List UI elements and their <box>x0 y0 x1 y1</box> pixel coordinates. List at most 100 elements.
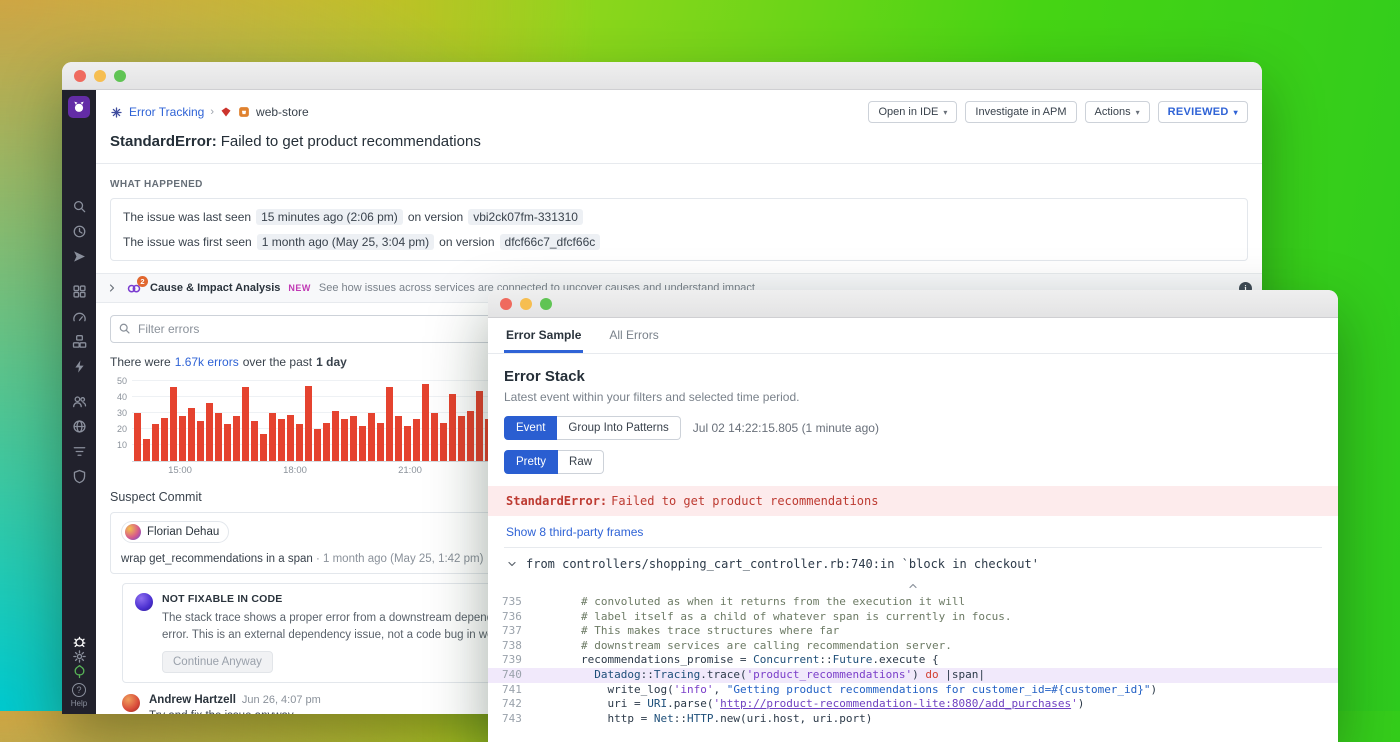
code-text: Datadog::Tracing.trace('product_recommen… <box>594 667 985 681</box>
chart-bar <box>440 422 447 461</box>
stack-frame-header[interactable]: from controllers/shopping_cart_controlle… <box>504 547 1322 580</box>
chart-bar <box>323 422 330 461</box>
chart-y-axis: 10 20 30 40 50 <box>110 376 132 462</box>
code-line: 738 # downstream services are calling re… <box>488 639 1338 654</box>
tab-error-sample[interactable]: Error Sample <box>504 318 584 353</box>
new-badge: NEW <box>288 283 311 293</box>
banner-error-type: StandardError: <box>506 494 608 508</box>
send-icon[interactable] <box>72 249 87 264</box>
first-seen-prefix: The issue was first seen <box>123 235 252 249</box>
datadog-logo[interactable] <box>68 96 90 118</box>
chart-bar <box>143 438 150 461</box>
y-tick-label: 30 <box>116 408 127 418</box>
minimize-button[interactable] <box>520 297 532 310</box>
chart-bar <box>179 416 186 461</box>
chart-plot-area[interactable] <box>132 378 542 462</box>
author-avatar <box>125 524 141 540</box>
traffic-lights <box>74 69 126 82</box>
first-seen-version-chip: dfcf66c7_dfcf66c <box>499 234 601 250</box>
bolt-icon[interactable] <box>72 359 87 374</box>
chart-bar <box>269 413 276 461</box>
investigate-in-apm-button[interactable]: Investigate in APM <box>965 101 1077 123</box>
logs-icon[interactable] <box>72 444 87 459</box>
close-button[interactable] <box>500 297 512 310</box>
help-button[interactable]: ? Help <box>71 683 87 708</box>
sidebar-nav: ? Help <box>62 90 96 714</box>
chart-bar <box>296 424 303 461</box>
y-tick-label: 50 <box>116 376 127 386</box>
chart-bar <box>260 433 267 461</box>
code-line: 740 Datadog::Tracing.trace('product_reco… <box>488 667 1338 683</box>
sidebar-icon-group <box>72 389 87 489</box>
code-line: 735 # convoluted as when it returns from… <box>488 595 1338 610</box>
code-url-link[interactable]: http://product-recommendation-lite:8080/… <box>720 697 1071 710</box>
comment-header: Andrew Hartzell Jun 26, 4:07 pm <box>149 694 321 706</box>
error-timeline-chart[interactable]: 10 20 30 40 50 15:00 18:00 21:00 <box>110 376 542 477</box>
back-titlebar[interactable] <box>62 62 1262 90</box>
apm-icon[interactable] <box>72 419 87 434</box>
commit-author-pill[interactable]: Florian Dehau <box>121 521 230 543</box>
cause-impact-title: Cause & Impact Analysis <box>150 282 281 294</box>
commit-time: · 1 month ago (May 25, 1:42 pm) <box>315 553 484 565</box>
tab-all-errors[interactable]: All Errors <box>607 318 660 353</box>
reviewed-status-button[interactable]: REVIEWED ▾ <box>1157 101 1248 123</box>
line-number: 735 <box>502 595 522 608</box>
last-seen-time-chip: 15 minutes ago (2:06 pm) <box>256 209 403 225</box>
actions-button[interactable]: Actions ▾ <box>1084 101 1150 123</box>
bits-icon[interactable] <box>72 664 87 679</box>
commit-message-link[interactable]: wrap get_recommendations in a span <box>121 553 313 565</box>
zoom-button[interactable] <box>540 297 552 310</box>
error-banner: StandardError: Failed to get product reco… <box>488 486 1338 516</box>
breadcrumb-service[interactable]: web-store <box>256 105 309 119</box>
line-number: 739 <box>502 653 522 667</box>
chart-bar <box>197 421 204 461</box>
y-tick-label: 10 <box>116 440 127 450</box>
error-tracking-icon[interactable] <box>72 634 87 649</box>
bot-avatar <box>135 593 153 611</box>
show-third-party-frames-link[interactable]: Show 8 third-party frames <box>504 516 1322 547</box>
error-count-link[interactable]: 1.67k errors <box>175 355 239 369</box>
raw-toggle-button[interactable]: Raw <box>558 450 605 474</box>
search-icon <box>118 322 131 335</box>
chart-bar <box>404 425 411 461</box>
frame-location: from controllers/shopping_cart_controlle… <box>526 557 1039 571</box>
history-icon[interactable] <box>72 224 87 239</box>
error-tracking-product-icon <box>110 106 123 119</box>
traffic-lights <box>500 297 552 310</box>
continue-anyway-button[interactable]: Continue Anyway <box>162 651 273 674</box>
chart-bar <box>251 421 258 461</box>
settings-icon[interactable] <box>72 649 87 664</box>
breadcrumb-error-tracking[interactable]: Error Tracking <box>129 105 204 119</box>
event-toggle-button[interactable]: Event <box>504 416 558 440</box>
summary-mid: over the past <box>242 355 313 369</box>
sidebar-icon-group <box>72 279 87 379</box>
chart-bar <box>215 413 222 461</box>
minimize-button[interactable] <box>94 69 106 82</box>
chart-bar <box>242 387 249 461</box>
search-icon[interactable] <box>72 199 87 214</box>
integrations-icon[interactable] <box>72 334 87 349</box>
chart-bar <box>134 413 141 461</box>
pretty-toggle-button[interactable]: Pretty <box>504 450 559 474</box>
chart-bar <box>152 424 159 461</box>
group-into-patterns-button[interactable]: Group Into Patterns <box>557 416 681 440</box>
chart-bar <box>206 403 213 461</box>
close-button[interactable] <box>74 69 86 82</box>
open-in-ide-button[interactable]: Open in IDE ▾ <box>868 101 958 123</box>
summary-range: 1 day <box>316 355 347 369</box>
users-icon[interactable] <box>72 394 87 409</box>
zoom-button[interactable] <box>114 69 126 82</box>
collapse-code-button[interactable] <box>504 580 1322 593</box>
security-icon[interactable] <box>72 469 87 484</box>
code-line: 739 recommendations_promise = Concurrent… <box>488 653 1338 668</box>
front-titlebar[interactable] <box>488 290 1338 318</box>
chart-bar <box>188 408 195 461</box>
chart-bar <box>413 419 420 461</box>
monitors-icon[interactable] <box>72 309 87 324</box>
code-text: http = Net::HTTP.new(uri.host, uri.port) <box>528 711 873 725</box>
code-line: 741 write_log('info', "Getting product r… <box>488 683 1338 698</box>
error-timeline-bars[interactable] <box>134 378 542 461</box>
sample-tabs: Error Sample All Errors <box>488 318 1338 354</box>
view-toggle: Event Group Into Patterns <box>504 416 681 440</box>
dashboards-icon[interactable] <box>72 284 87 299</box>
